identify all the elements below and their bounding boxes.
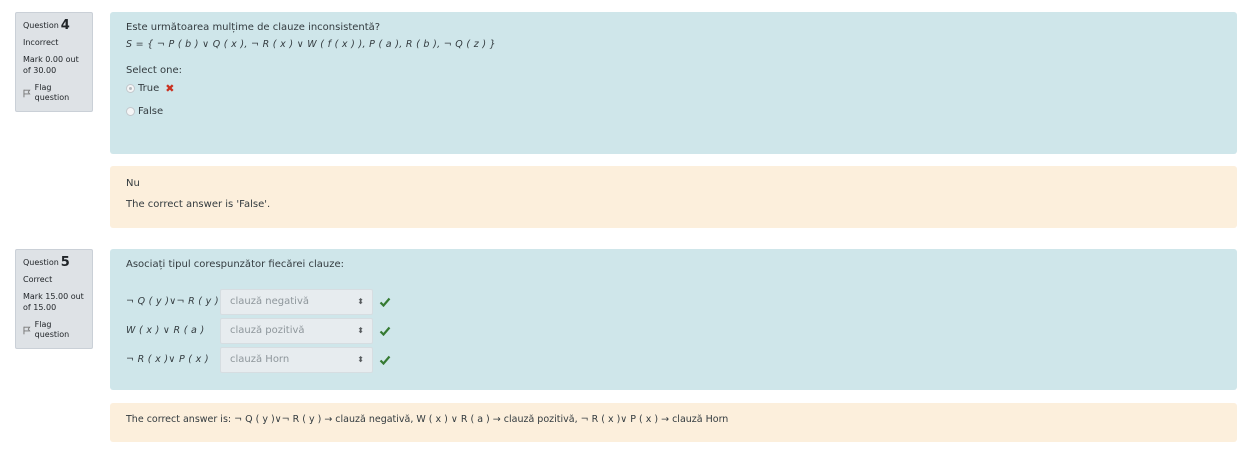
question-number: Question 5 bbox=[23, 255, 70, 270]
select-one-prompt: Select one: bbox=[126, 65, 183, 76]
question-grade: Mark 15.00 out of 15.00 bbox=[23, 292, 84, 312]
question-info-q5: Question 5 Correct Mark 15.00 out of 15.0… bbox=[15, 249, 93, 349]
flag-icon bbox=[23, 89, 31, 98]
question-text: Este următoarea mulțime de clauze incons… bbox=[126, 22, 381, 33]
answer-select[interactable]: clauză negativă ⬍ bbox=[220, 288, 373, 315]
clause-set-formula: S = { ¬ P ( b ) ∨ Q ( x ), ¬ R ( x ) ∨ W… bbox=[126, 39, 497, 50]
right-answer: The correct answer is: ¬ Q ( y )∨¬ R ( y… bbox=[126, 414, 729, 425]
select-arrows-icon: ⬍ bbox=[357, 325, 364, 335]
selected-value: clauză Horn bbox=[230, 354, 290, 365]
selected-value: clauză pozitivă bbox=[230, 325, 305, 336]
match-stem: ¬ R ( x )∨ P ( x ) bbox=[126, 354, 209, 365]
option-false-label: False bbox=[138, 106, 164, 117]
option-true[interactable]: True ✖ bbox=[126, 82, 1221, 95]
question-feedback-q4: Nu The correct answer is 'False'. bbox=[110, 166, 1237, 228]
select-arrows-icon: ⬍ bbox=[357, 296, 364, 306]
match-row: W ( x ) ∨ R ( a ) clauză pozitivă ⬍ bbox=[126, 316, 1221, 345]
selected-value: clauză negativă bbox=[230, 296, 310, 307]
option-false[interactable]: False bbox=[126, 106, 1221, 117]
match-stem: ¬ Q ( y )∨¬ R ( y ) bbox=[126, 296, 219, 307]
question-state: Correct bbox=[23, 274, 53, 284]
radio-false[interactable] bbox=[126, 107, 135, 116]
question-number: Question 4 bbox=[23, 18, 70, 33]
correct-check-icon bbox=[379, 355, 391, 365]
answer-select[interactable]: clauză Horn ⬍ bbox=[220, 346, 373, 373]
question-feedback-q5: The correct answer is: ¬ Q ( y )∨¬ R ( y… bbox=[110, 403, 1237, 442]
flag-question-label: Flag question bbox=[34, 83, 70, 103]
flag-question-label: Flag question bbox=[34, 320, 70, 340]
match-stem: W ( x ) ∨ R ( a ) bbox=[126, 325, 205, 336]
question-formulation-q4: Este următoarea mulțime de clauze incons… bbox=[110, 12, 1237, 154]
select-arrows-icon: ⬍ bbox=[357, 354, 364, 364]
match-row: ¬ Q ( y )∨¬ R ( y ) clauză negativă ⬍ bbox=[126, 287, 1221, 316]
correct-check-icon bbox=[379, 297, 391, 307]
question-state: Incorrect bbox=[23, 37, 59, 47]
flag-question-button[interactable]: Flag question bbox=[23, 320, 86, 341]
right-answer: The correct answer is 'False'. bbox=[126, 199, 271, 210]
incorrect-icon: ✖ bbox=[165, 82, 175, 95]
question-formulation-q5: Asociați tipul corespunzător fiecărei cl… bbox=[110, 249, 1237, 390]
option-true-label: True bbox=[138, 83, 160, 94]
question-grade: Mark 0.00 out of 30.00 bbox=[23, 55, 79, 75]
general-feedback: Nu bbox=[126, 178, 140, 189]
question-info-q4: Question 4 Incorrect Mark 0.00 out of 30.… bbox=[15, 12, 93, 112]
match-row: ¬ R ( x )∨ P ( x ) clauză Horn ⬍ bbox=[126, 345, 1221, 374]
answer-select[interactable]: clauză pozitivă ⬍ bbox=[220, 317, 373, 344]
radio-true[interactable] bbox=[126, 84, 135, 93]
flag-question-button[interactable]: Flag question bbox=[23, 83, 86, 104]
flag-icon bbox=[23, 326, 31, 335]
correct-check-icon bbox=[379, 326, 391, 336]
question-text: Asociați tipul corespunzător fiecărei cl… bbox=[126, 259, 344, 270]
